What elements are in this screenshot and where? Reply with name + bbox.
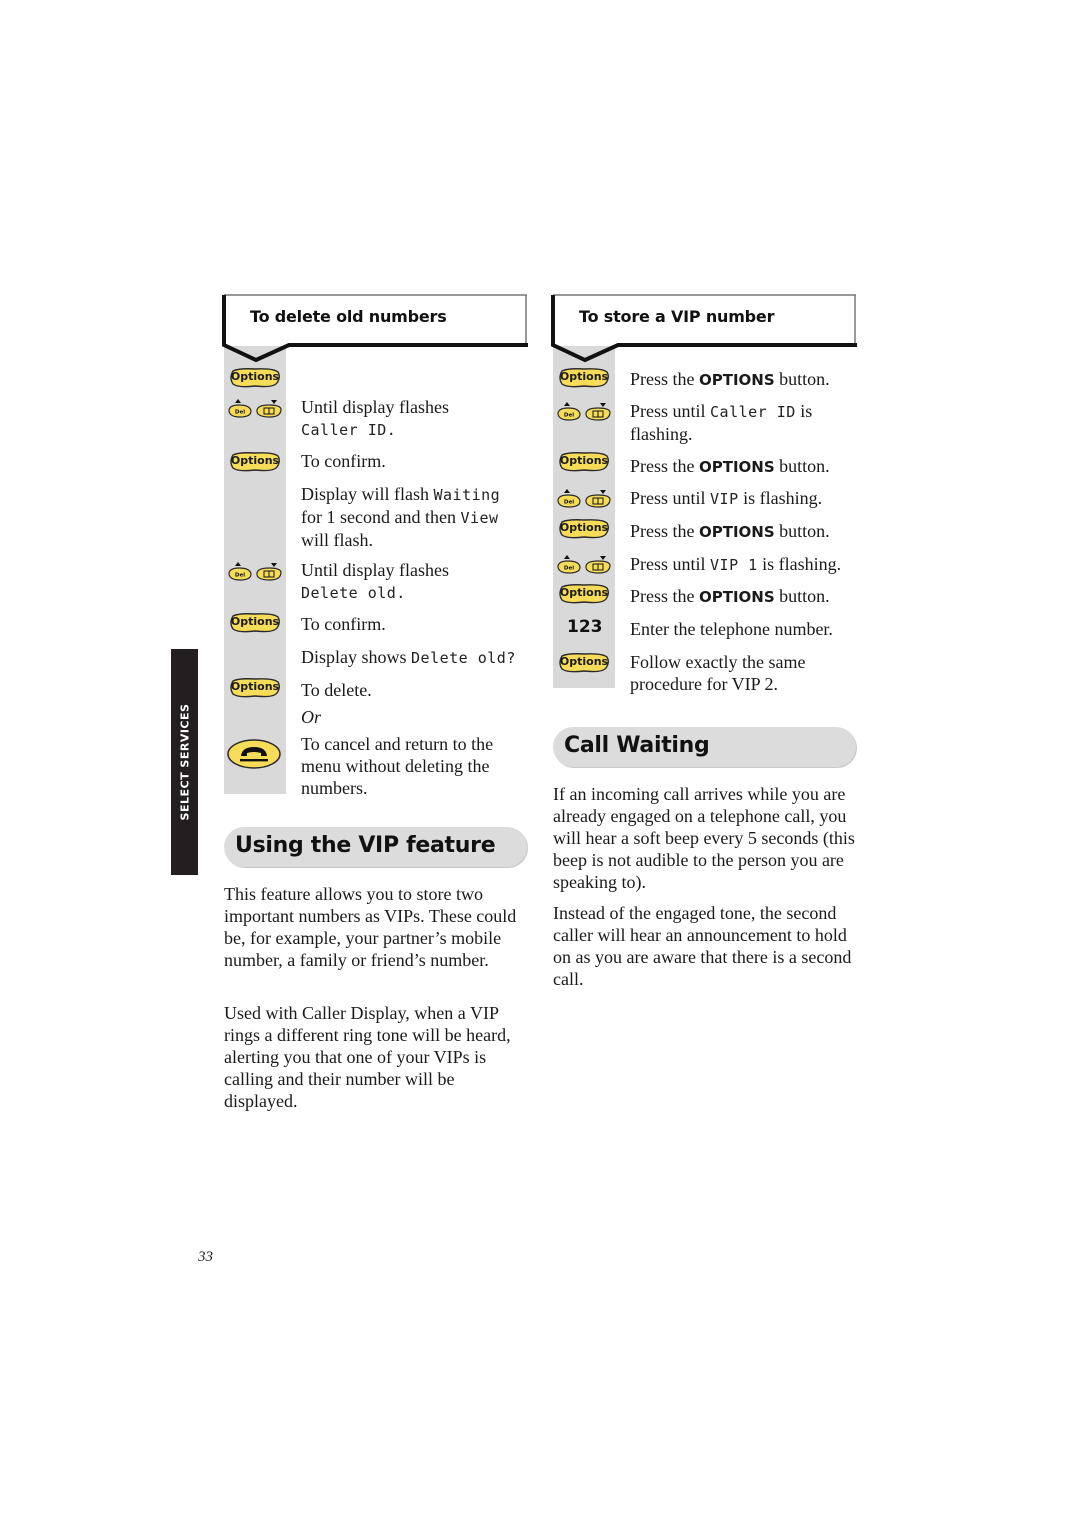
options-button-icon: Options	[558, 583, 610, 605]
side-tab-label: SELECT SERVICES	[178, 703, 191, 821]
delete-step-5: Until display flashes Delete old.	[301, 560, 449, 602]
vip-step-9: Follow exactly the same procedure for VI…	[630, 652, 806, 694]
vip-feature-paragraph-2: Used with Caller Display, when a VIP rin…	[224, 1003, 511, 1111]
vip-section-header: To store a VIP number	[551, 294, 857, 363]
delete-section-header: To delete old numbers	[222, 294, 528, 363]
scroll-buttons-icon	[227, 559, 283, 583]
scroll-buttons-icon	[556, 399, 612, 423]
vip-step-2: Press until Caller ID is flashing.	[630, 401, 813, 444]
options-button-icon: Options	[558, 518, 610, 540]
delete-step-3: To confirm.	[301, 451, 386, 471]
delete-step-or: Or	[301, 707, 322, 727]
delete-section-title: To delete old numbers	[250, 307, 447, 326]
scroll-buttons-icon	[227, 396, 283, 420]
delete-step-8: To delete.	[301, 680, 372, 700]
delete-step-2: Until display flashes Caller ID.	[301, 397, 449, 439]
scroll-buttons-icon	[556, 552, 612, 576]
vip-step-5: Press the OPTIONS button.	[630, 521, 830, 541]
hang-up-button-icon	[226, 738, 282, 770]
section-side-tab: SELECT SERVICES	[171, 649, 198, 875]
call-waiting-paragraph-2: Instead of the engaged tone, the second …	[553, 903, 852, 989]
page-number: 33	[198, 1249, 213, 1265]
vip-step-7: Press the OPTIONS button.	[630, 586, 830, 606]
vip-step-4: Press until VIP is flashing.	[630, 488, 823, 508]
vip-feature-paragraph-1: This feature allows you to store two imp…	[224, 884, 517, 970]
options-button-icon: Options	[558, 652, 610, 674]
options-button-icon: Options	[229, 612, 281, 634]
vip-step-8: Enter the telephone number.	[630, 619, 833, 639]
delete-step-4: Display will flash Waiting for 1 second …	[301, 484, 501, 550]
keypad-123-icon: 123	[567, 617, 603, 637]
vip-step-1: Press the OPTIONS button.	[630, 369, 830, 389]
delete-step-6: To confirm.	[301, 614, 386, 634]
options-button-icon: Options	[558, 451, 610, 473]
delete-step-cancel: To cancel and return to the menu without…	[301, 734, 494, 798]
vip-section-title: To store a VIP number	[579, 307, 775, 326]
options-button-icon: Options	[558, 367, 610, 389]
call-waiting-paragraph-1: If an incoming call arrives while you ar…	[553, 784, 855, 892]
options-button-icon: Options	[229, 367, 281, 389]
vip-step-3: Press the OPTIONS button.	[630, 456, 830, 476]
scroll-buttons-icon	[556, 486, 612, 510]
options-button-icon: Options	[229, 451, 281, 473]
call-waiting-heading: Call Waiting	[553, 727, 856, 767]
vip-step-6: Press until VIP 1 is flashing.	[630, 554, 842, 574]
options-button-icon: Options	[229, 677, 281, 699]
delete-step-7: Display shows Delete old?	[301, 647, 516, 667]
vip-feature-heading: Using the VIP feature	[224, 827, 527, 867]
